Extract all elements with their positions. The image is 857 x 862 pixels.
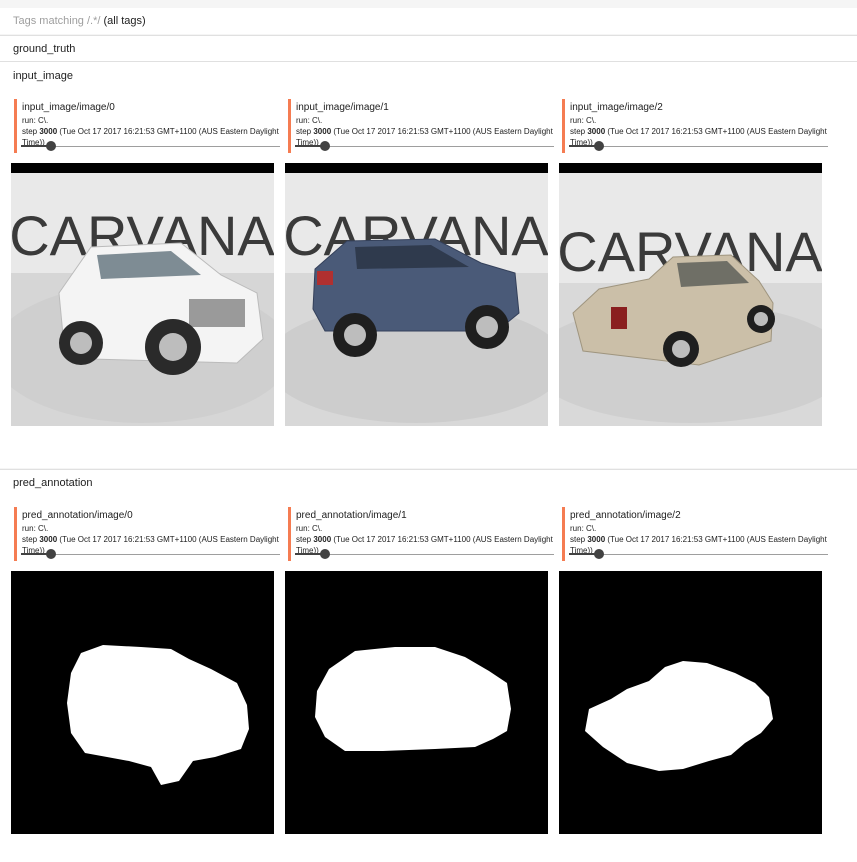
- mask-svg: [585, 661, 773, 771]
- card-header: input_image/image/0 run: C\. step 3000 (…: [14, 99, 282, 153]
- tag-filter-row[interactable]: Tags matching /.*/ (all tags): [0, 8, 857, 34]
- car-photo-svg: CARVANA: [11, 163, 274, 426]
- step-time: (Tue Oct 17 2017 16:21:53 GMT+1100 (AUS …: [296, 535, 553, 555]
- step-label: step: [296, 535, 314, 544]
- card-title: input_image/image/1: [296, 102, 389, 113]
- run-label: run: C\.: [570, 116, 597, 125]
- input-image-1: CARVANA: [285, 163, 548, 426]
- card-header: pred_annotation/image/2 run: C\. step 30…: [562, 507, 830, 561]
- mask-svg: [67, 645, 249, 785]
- card-meta: run: C\. step 3000 (Tue Oct 17 2017 16:2…: [570, 115, 828, 148]
- card-meta: run: C\. step 3000 (Tue Oct 17 2017 16:2…: [296, 115, 554, 148]
- card-header: pred_annotation/image/0 run: C\. step 30…: [14, 507, 282, 561]
- filter-prefix: Tags matching: [13, 15, 87, 27]
- step-slider-knob[interactable]: [46, 549, 56, 559]
- step-info: step 3000 (Tue Oct 17 2017 16:21:53 GMT+…: [22, 534, 280, 556]
- card-meta: run: C\. step 3000 (Tue Oct 17 2017 16:2…: [570, 523, 828, 556]
- step-info: step 3000 (Tue Oct 17 2017 16:21:53 GMT+…: [570, 126, 828, 148]
- step-label: step: [570, 535, 588, 544]
- step-slider-knob[interactable]: [594, 141, 604, 151]
- filter-pattern: /.*/: [86, 15, 101, 27]
- step-info: step 3000 (Tue Oct 17 2017 16:21:53 GMT+…: [570, 534, 828, 556]
- pred-mask-1: [285, 571, 548, 834]
- step-label: step: [22, 127, 40, 136]
- step-info: step 3000 (Tue Oct 17 2017 16:21:53 GMT+…: [296, 126, 554, 148]
- step-time: (Tue Oct 17 2017 16:21:53 GMT+1100 (AUS …: [570, 127, 827, 147]
- run-label: run: C\.: [296, 116, 323, 125]
- step-value: 3000: [313, 535, 332, 544]
- card-header: input_image/image/2 run: C\. step 3000 (…: [562, 99, 830, 153]
- step-slider-track[interactable]: [295, 146, 554, 147]
- card-title: pred_annotation/image/2: [570, 510, 681, 521]
- car-photo-svg: CARVANA: [285, 163, 548, 426]
- card-meta: run: C\. step 3000 (Tue Oct 17 2017 16:2…: [296, 523, 554, 556]
- step-time: (Tue Oct 17 2017 16:21:53 GMT+1100 (AUS …: [296, 127, 553, 147]
- step-info: step 3000 (Tue Oct 17 2017 16:21:53 GMT+…: [296, 534, 554, 556]
- step-label: step: [296, 127, 314, 136]
- step-slider-knob[interactable]: [46, 141, 56, 151]
- step-value: 3000: [587, 127, 606, 136]
- filter-suffix: (all tags): [100, 15, 146, 27]
- card-title: input_image/image/0: [22, 102, 115, 113]
- tag-filter-text[interactable]: Tags matching /.*/ (all tags): [13, 15, 146, 27]
- car-photo-svg: CARVANA: [559, 163, 822, 426]
- input-image-0: CARVANA: [11, 163, 274, 426]
- step-time: (Tue Oct 17 2017 16:21:53 GMT+1100 (AUS …: [22, 535, 279, 555]
- card-header: pred_annotation/image/1 run: C\. step 30…: [288, 507, 556, 561]
- step-value: 3000: [587, 535, 606, 544]
- input-image-2: CARVANA: [559, 163, 822, 426]
- step-value: 3000: [313, 127, 332, 136]
- step-slider-track[interactable]: [569, 554, 828, 555]
- pred-mask-0: [11, 571, 274, 834]
- step-label: step: [570, 127, 588, 136]
- card-title: pred_annotation/image/0: [22, 510, 133, 521]
- card-title: pred_annotation/image/1: [296, 510, 407, 521]
- step-slider-knob[interactable]: [320, 549, 330, 559]
- mask-svg: [315, 647, 511, 751]
- run-label: run: C\.: [22, 524, 49, 533]
- category-input-image: input_image input_image/image/0 run: C\.…: [0, 61, 857, 468]
- step-info: step 3000 (Tue Oct 17 2017 16:21:53 GMT+…: [22, 126, 280, 148]
- step-time: (Tue Oct 17 2017 16:21:53 GMT+1100 (AUS …: [22, 127, 279, 147]
- step-slider-knob[interactable]: [320, 141, 330, 151]
- category-header-ground-truth[interactable]: ground_truth: [13, 43, 75, 55]
- run-label: run: C\.: [22, 116, 49, 125]
- step-value: 3000: [39, 535, 58, 544]
- card-title: input_image/image/2: [570, 102, 663, 113]
- card-meta: run: C\. step 3000 (Tue Oct 17 2017 16:2…: [22, 523, 280, 556]
- step-slider-track[interactable]: [569, 146, 828, 147]
- step-slider-track[interactable]: [21, 554, 280, 555]
- category-ground-truth[interactable]: ground_truth: [0, 35, 857, 61]
- category-header-input-image[interactable]: input_image: [13, 70, 73, 82]
- run-label: run: C\.: [296, 524, 323, 533]
- category-header-pred-annotation[interactable]: pred_annotation: [13, 477, 93, 489]
- step-slider-track[interactable]: [21, 146, 280, 147]
- run-label: run: C\.: [570, 524, 597, 533]
- pred-mask-2: [559, 571, 822, 834]
- step-slider-track[interactable]: [295, 554, 554, 555]
- card-meta: run: C\. step 3000 (Tue Oct 17 2017 16:2…: [22, 115, 280, 148]
- category-pred-annotation: pred_annotation pred_annotation/image/0 …: [0, 469, 857, 862]
- step-label: step: [22, 535, 40, 544]
- step-time: (Tue Oct 17 2017 16:21:53 GMT+1100 (AUS …: [570, 535, 827, 555]
- card-header: input_image/image/1 run: C\. step 3000 (…: [288, 99, 556, 153]
- step-value: 3000: [39, 127, 58, 136]
- step-slider-knob[interactable]: [594, 549, 604, 559]
